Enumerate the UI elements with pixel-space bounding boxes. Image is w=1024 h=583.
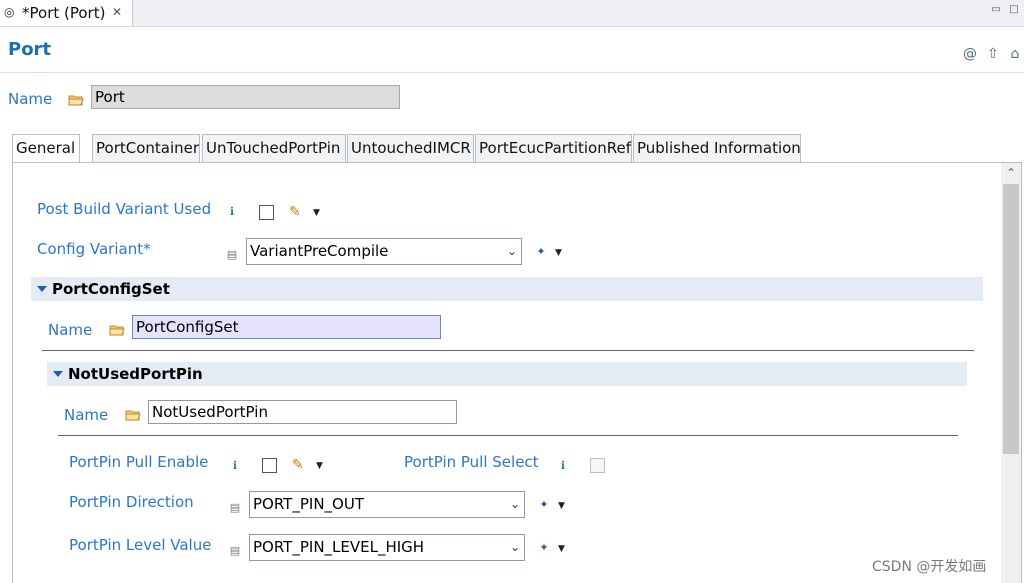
- post-build-variant-label: Post Build Variant Used: [37, 200, 212, 218]
- portconfigset-title: PortConfigSet: [52, 280, 170, 298]
- direction-select[interactable]: PORT_PIN_OUT ⌄: [249, 491, 525, 518]
- minimize-icon[interactable]: ▭: [990, 4, 1002, 16]
- notusedportpin-title: NotUsedPortPin: [68, 365, 203, 383]
- tab-published-information[interactable]: Published Information: [633, 134, 801, 162]
- section-divider: [58, 435, 958, 436]
- variant-info-icon: ℹ: [232, 459, 238, 472]
- portconfigset-name-field[interactable]: PortConfigSet: [132, 315, 441, 339]
- module-icon: ◎: [4, 5, 15, 19]
- post-build-variant-checkbox[interactable]: [259, 205, 274, 220]
- config-variant-select[interactable]: VariantPreCompile ⌄: [246, 238, 522, 265]
- config-variant-label: Config Variant*: [37, 240, 151, 258]
- level-value: PORT_PIN_LEVEL_HIGH: [253, 538, 425, 556]
- tab-untouchedimcr[interactable]: UntouchedIMCR: [347, 134, 474, 162]
- chevron-down-icon: ⌄: [506, 244, 517, 258]
- pull-enable-label: PortPin Pull Enable: [69, 453, 209, 471]
- section-divider: [42, 350, 974, 351]
- collapse-icon[interactable]: [53, 371, 63, 377]
- tab-untouchedportpin[interactable]: UnTouchedPortPin: [202, 134, 346, 162]
- collapse-icon[interactable]: [37, 286, 47, 292]
- notusedportpin-name-label: Name: [64, 406, 109, 424]
- pencil-icon[interactable]: ✎: [289, 204, 307, 220]
- document-icon: ▤: [229, 501, 241, 514]
- variant-info-icon: ℹ: [229, 205, 235, 218]
- watermark: CSDN @开发如画: [872, 559, 987, 575]
- editor-tab-bar: [0, 0, 1024, 27]
- config-variant-value: VariantPreCompile: [250, 242, 389, 260]
- document-icon: ▤: [226, 248, 238, 261]
- pull-select-checkbox[interactable]: [590, 458, 605, 473]
- level-value-select[interactable]: PORT_PIN_LEVEL_HIGH ⌄: [249, 534, 525, 561]
- notusedportpin-name-field[interactable]: NotUsedPortPin: [148, 400, 457, 424]
- chevron-down-icon[interactable]: ▼: [558, 501, 568, 511]
- title-divider: [0, 72, 1024, 73]
- direction-label: PortPin Direction: [69, 493, 194, 511]
- tab-general[interactable]: General: [12, 134, 80, 163]
- chevron-down-icon[interactable]: ▼: [558, 544, 568, 554]
- at-icon[interactable]: @: [962, 46, 978, 62]
- folder-icon: [125, 410, 141, 421]
- maximize-icon[interactable]: □: [1008, 4, 1020, 16]
- editor-tab-label: *Port (Port): [22, 4, 106, 22]
- chevron-down-icon[interactable]: ▼: [316, 461, 326, 471]
- page-title: Port: [8, 39, 52, 60]
- portconfigset-section-header[interactable]: [31, 277, 983, 301]
- direction-value: PORT_PIN_OUT: [253, 495, 364, 513]
- chevron-down-icon[interactable]: ▼: [555, 248, 565, 258]
- chevron-down-icon: ⌄: [509, 540, 520, 554]
- home-icon[interactable]: ⌂: [1007, 46, 1023, 62]
- document-icon: ▤: [229, 544, 241, 557]
- pull-select-label: PortPin Pull Select: [404, 453, 539, 471]
- portconfigset-name-label: Name: [48, 321, 93, 339]
- chevron-down-icon[interactable]: ▼: [313, 208, 323, 218]
- folder-icon: [109, 325, 125, 336]
- name-field[interactable]: Port: [91, 85, 400, 109]
- tools-icon[interactable]: ✦: [536, 497, 552, 513]
- tools-icon[interactable]: ✦: [536, 540, 552, 556]
- close-icon[interactable]: ✕: [112, 5, 122, 19]
- pull-enable-checkbox[interactable]: [262, 458, 277, 473]
- name-label: Name: [8, 90, 53, 108]
- editor-tab-port[interactable]: ◎ *Port (Port) ✕: [0, 0, 133, 26]
- tab-portcontainer[interactable]: PortContainer: [92, 134, 200, 162]
- tab-portecucpartitionref[interactable]: PortEcucPartitionRef: [475, 134, 632, 162]
- scrollbar-thumb[interactable]: [1003, 184, 1019, 454]
- tools-icon[interactable]: ✦: [533, 244, 549, 260]
- pencil-icon[interactable]: ✎: [292, 457, 310, 473]
- folder-icon: [68, 95, 84, 106]
- level-value-label: PortPin Level Value: [69, 536, 212, 554]
- chevron-down-icon: ⌄: [509, 497, 520, 511]
- up-arrow-icon[interactable]: ⇧: [985, 46, 1001, 62]
- scroll-up-icon[interactable]: ⌃: [1001, 163, 1021, 183]
- variant-info-icon: ℹ: [560, 459, 566, 472]
